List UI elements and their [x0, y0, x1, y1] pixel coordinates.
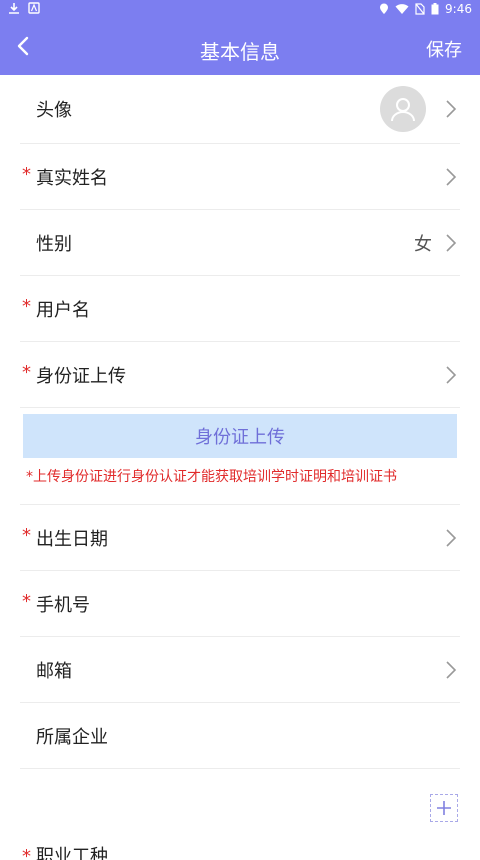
chevron-right-icon	[446, 233, 457, 252]
save-button[interactable]: 保存	[426, 36, 462, 62]
company-label: 所属企业	[36, 726, 108, 748]
real-name-label: * 真实姓名	[22, 163, 108, 189]
email-row[interactable]: 邮箱	[20, 637, 460, 703]
gender-label: 性别	[36, 233, 72, 255]
email-label: 邮箱	[36, 660, 72, 682]
birth-date-label: * 出生日期	[22, 524, 108, 550]
required-mark: *	[22, 295, 31, 317]
avatar[interactable]	[380, 86, 426, 132]
location-icon	[380, 3, 389, 14]
required-mark: *	[22, 524, 31, 546]
required-mark: *	[22, 846, 31, 860]
required-mark: *	[22, 590, 31, 612]
divider	[20, 496, 460, 505]
required-mark: *	[22, 361, 31, 383]
form-list: 头像 * 真实姓名 性别 女 * 用户名 * 身份证上传 身份证上传 *上传身份证进行…	[0, 75, 480, 769]
plus-icon	[437, 801, 451, 815]
chevron-right-icon	[446, 660, 457, 679]
no-sim-icon	[415, 3, 425, 15]
app-header: 9:46 基本信息 保存	[0, 0, 480, 75]
user-icon	[391, 98, 415, 122]
gender-row[interactable]: 性别 女	[20, 210, 460, 276]
phone-label: * 手机号	[22, 590, 90, 616]
avatar-row[interactable]: 头像	[20, 75, 460, 144]
page-title: 基本信息	[200, 40, 280, 64]
nav-bar: 基本信息 保存	[0, 20, 480, 75]
app-notification-icon	[28, 2, 40, 14]
username-row[interactable]: * 用户名	[20, 276, 460, 342]
birth-date-row[interactable]: * 出生日期	[20, 505, 460, 571]
download-icon	[9, 3, 19, 14]
status-bar: 9:46	[0, 0, 480, 20]
chevron-right-icon	[446, 365, 457, 384]
phone-row[interactable]: * 手机号	[20, 571, 460, 637]
battery-icon	[431, 3, 439, 15]
avatar-label: 头像	[36, 100, 72, 121]
add-company-button[interactable]	[430, 794, 458, 822]
chevron-right-icon	[446, 167, 457, 186]
id-upload-button[interactable]: 身份证上传	[23, 414, 457, 458]
company-row[interactable]: 所属企业	[20, 703, 460, 769]
wifi-icon	[395, 4, 409, 14]
occupation-row[interactable]: * 职业工种	[20, 840, 460, 860]
status-time: 9:46	[445, 2, 472, 16]
required-mark: *	[22, 163, 31, 185]
chevron-right-icon	[446, 100, 457, 118]
chevron-right-icon	[446, 528, 457, 547]
id-upload-label: * 身份证上传	[22, 361, 126, 387]
username-label: * 用户名	[22, 295, 90, 321]
gender-value: 女	[414, 233, 432, 255]
id-upload-row[interactable]: * 身份证上传	[20, 342, 460, 408]
real-name-row[interactable]: * 真实姓名	[20, 144, 460, 210]
occupation-label: * 职业工种	[20, 846, 108, 860]
id-upload-notice: *上传身份证进行身份认证才能获取培训学时证明和培训证书	[26, 469, 397, 485]
